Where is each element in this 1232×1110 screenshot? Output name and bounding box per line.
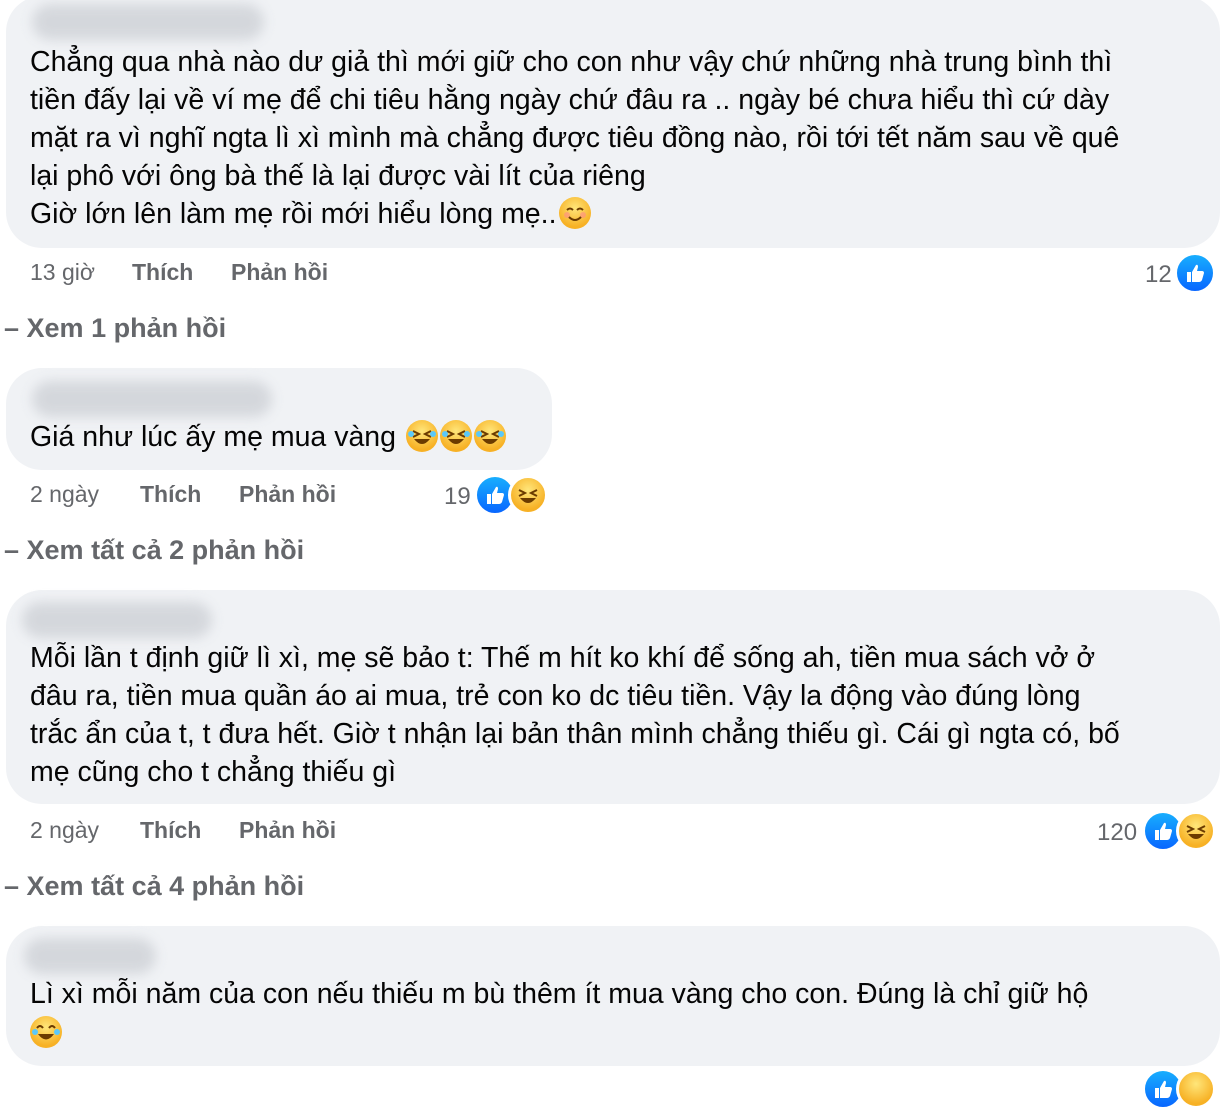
blurred-author-name [32, 4, 264, 40]
reply-button[interactable]: Phản hồi [231, 259, 328, 286]
haha-icon[interactable] [508, 475, 548, 515]
reaction-count[interactable]: 120 [1097, 819, 1137, 847]
see-replies-link[interactable]: – Xem tất cả 2 phản hồi [4, 535, 304, 566]
reaction-count[interactable]: 19 [444, 483, 471, 511]
comment-text-line: lại phô với ông bà thế là lại được vài l… [30, 160, 646, 192]
see-replies-link[interactable]: – Xem 1 phản hồi [4, 313, 226, 344]
haha-icon[interactable] [1176, 1069, 1216, 1109]
like-icon[interactable] [1174, 252, 1216, 294]
comment-text-line: Giờ lớn lên làm mẹ rồi mới hiểu lòng mẹ.… [30, 195, 591, 233]
blurred-author-name [22, 602, 212, 638]
smiling-emoji-icon [558, 197, 591, 229]
blurred-author-name [32, 381, 272, 417]
see-replies-label: Xem tất cả 4 phản hồi [26, 871, 305, 901]
comment-text-line: Giá như lúc ấy mẹ mua vàng [30, 418, 506, 456]
like-button[interactable]: Thích [140, 817, 201, 844]
comment-timestamp[interactable]: 2 ngày [30, 481, 99, 508]
comment-text-line: trắc ẩn của t, t đưa hết. Giờ t nhận lại… [30, 718, 1120, 750]
comment-text-line: Mỗi lần t định giữ lì xì, mẹ sẽ bảo t: T… [30, 642, 1096, 674]
comment-text-line: mẹ cũng cho t chẳng thiếu gì [30, 756, 396, 788]
like-button[interactable]: Thích [132, 259, 193, 286]
comment-text-segment: Giá như lúc ấy mẹ mua vàng [30, 421, 397, 453]
comment-timestamp[interactable]: 13 giờ [30, 259, 95, 286]
like-button[interactable]: Thích [140, 481, 201, 508]
rolling-laughing-emoji-icon [439, 420, 472, 452]
see-replies-label: Xem tất cả 2 phản hồi [26, 535, 305, 565]
rolling-laughing-emoji-icon [473, 420, 506, 452]
comment-text-line: Chẳng qua nhà nào dư giả thì mới giữ cho… [30, 46, 1113, 78]
haha-icon[interactable] [1176, 811, 1216, 851]
reply-button[interactable]: Phản hồi [239, 481, 336, 508]
comment-text-line: tiền đấy lại về ví mẹ để chi tiêu hằng n… [30, 84, 1110, 116]
comment-text-line: mặt ra vì nghĩ ngta lì xì mình mà chẳng … [30, 122, 1120, 154]
rolling-laughing-emoji-icon [405, 420, 438, 452]
see-replies-label: Xem 1 phản hồi [26, 313, 227, 343]
reaction-count[interactable]: 12 [1145, 261, 1172, 289]
comment-text-segment: Giờ lớn lên làm mẹ rồi mới hiểu lòng mẹ.… [30, 198, 557, 230]
comment-text-line: Lì xì mỗi năm của con nếu thiếu m bù thê… [30, 978, 1089, 1010]
comment-text-line: đâu ra, tiền mua quần áo ai mua, trẻ con… [30, 680, 1081, 712]
comment-timestamp[interactable]: 2 ngày [30, 817, 99, 844]
see-replies-link[interactable]: – Xem tất cả 4 phản hồi [4, 871, 304, 902]
comment-text-line [30, 1014, 62, 1052]
blurred-author-name [24, 938, 156, 974]
tears-of-joy-emoji-icon [30, 1016, 62, 1048]
reply-button[interactable]: Phản hồi [239, 817, 336, 844]
